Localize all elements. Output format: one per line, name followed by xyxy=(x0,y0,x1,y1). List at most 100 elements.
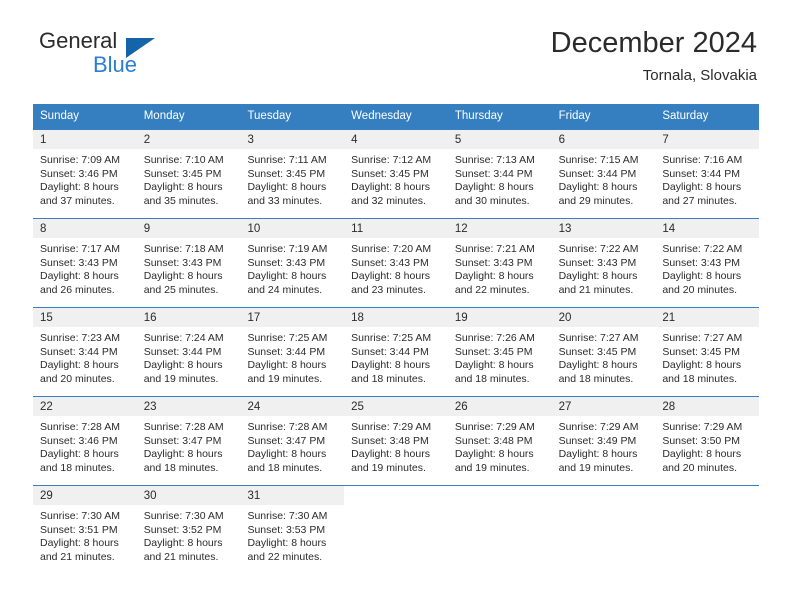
calendar-day-cell[interactable]: 19 Sunrise: 7:26 AM Sunset: 3:45 PM Dayligh… xyxy=(447,308,552,396)
calendar-day-cell[interactable]: 7 Sunrise: 7:16 AM Sunset: 3:44 PM Daylight… xyxy=(655,130,760,218)
sunset-text: Sunset: 3:53 PM xyxy=(247,523,326,536)
sunset-text: Sunset: 3:46 PM xyxy=(40,167,118,180)
calendar-day-cell[interactable]: 8 Sunrise: 7:17 AM Sunset: 3:43 PM Daylight… xyxy=(33,219,137,307)
calendar-day-cell[interactable]: 3 Sunrise: 7:11 AM Sunset: 3:45 PM Daylight… xyxy=(240,130,345,218)
calendar-day-cell[interactable]: 27 Sunrise: 7:29 AM Sunset: 3:49 PM Dayligh… xyxy=(551,397,656,485)
sunrise-text: Sunrise: 7:29 AM xyxy=(454,421,535,433)
calendar-day-cell[interactable]: 16 Sunrise: 7:24 AM Sunset: 3:44 PM Dayligh… xyxy=(136,308,241,396)
sunrise-text: Sunrise: 7:30 AM xyxy=(40,510,120,522)
calendar-day-cell[interactable]: 28 Sunrise: 7:29 AM Sunset: 3:50 PM Dayligh… xyxy=(655,397,760,485)
calendar-weeks: 1 Sunrise: 7:09 AM Sunset: 3:46 PM Daylight… xyxy=(33,129,760,574)
calendar-day-cell[interactable]: 11 Sunrise: 7:20 AM Sunset: 3:43 PM Dayligh… xyxy=(344,219,448,307)
calendar-day-cell[interactable]: 25 Sunrise: 7:29 AM Sunset: 3:48 PM Dayligh… xyxy=(344,397,448,485)
daylight-text-line1: Daylight: 8 hours xyxy=(558,359,638,372)
sunset-text: Sunset: 3:47 PM xyxy=(247,434,326,447)
daylight-text-line1: Daylight: 8 hours xyxy=(351,270,430,283)
calendar-day-cell[interactable]: 14 Sunrise: 7:22 AM Sunset: 3:43 PM Dayligh… xyxy=(655,219,760,307)
day-details: Sunrise: 7:26 AM Sunset: 3:45 PM Daylight:… xyxy=(448,327,552,392)
sunrise-text: Sunrise: 7:15 AM xyxy=(558,154,639,166)
day-details xyxy=(344,505,448,516)
day-number xyxy=(344,486,448,505)
daylight-text-line1: Daylight: 8 hours xyxy=(247,270,327,283)
daylight-text-line1: Daylight: 8 hours xyxy=(558,448,638,461)
sunset-text: Sunset: 3:44 PM xyxy=(351,345,429,358)
day-details: Sunrise: 7:28 AM Sunset: 3:46 PM Daylight:… xyxy=(33,416,137,481)
sunrise-text: Sunrise: 7:10 AM xyxy=(143,154,224,166)
day-details: Sunrise: 7:23 AM Sunset: 3:44 PM Daylight:… xyxy=(33,327,137,392)
sunrise-text: Sunrise: 7:23 AM xyxy=(40,332,120,344)
generalblue-logo[interactable]: General Blue xyxy=(35,28,235,80)
daylight-text-line2: and 23 minutes. xyxy=(351,283,426,296)
daylight-text-line2: and 18 minutes. xyxy=(558,372,634,385)
sunset-text: Sunset: 3:43 PM xyxy=(40,256,118,269)
calendar-day-cell-empty xyxy=(655,486,760,574)
daylight-text-line1: Daylight: 8 hours xyxy=(662,181,742,194)
daylight-text-line1: Daylight: 8 hours xyxy=(662,270,742,283)
calendar-day-cell[interactable]: 24 Sunrise: 7:28 AM Sunset: 3:47 PM Dayligh… xyxy=(240,397,345,485)
calendar-day-cell[interactable]: 1 Sunrise: 7:09 AM Sunset: 3:46 PM Daylight… xyxy=(33,130,137,218)
sunrise-text: Sunrise: 7:18 AM xyxy=(143,243,224,255)
daylight-text-line2: and 37 minutes. xyxy=(40,194,115,207)
day-details: Sunrise: 7:22 AM Sunset: 3:43 PM Daylight:… xyxy=(655,238,759,303)
day-details: Sunrise: 7:10 AM Sunset: 3:45 PM Daylight:… xyxy=(137,149,241,214)
page-header: General Blue December 2024 Tornala, Slov… xyxy=(0,0,792,104)
daylight-text-line2: and 30 minutes. xyxy=(454,194,530,207)
day-number: 10 xyxy=(240,219,345,238)
daylight-text-line2: and 25 minutes. xyxy=(143,283,219,296)
day-details: Sunrise: 7:29 AM Sunset: 3:50 PM Daylight:… xyxy=(655,416,759,481)
calendar-day-cell[interactable]: 20 Sunrise: 7:27 AM Sunset: 3:45 PM Dayligh… xyxy=(551,308,656,396)
day-details: Sunrise: 7:28 AM Sunset: 3:47 PM Daylight:… xyxy=(240,416,344,481)
calendar-day-cell[interactable]: 17 Sunrise: 7:25 AM Sunset: 3:44 PM Dayligh… xyxy=(240,308,345,396)
daylight-text-line2: and 22 minutes. xyxy=(247,550,323,563)
sunrise-text: Sunrise: 7:20 AM xyxy=(351,243,432,255)
calendar-day-cell[interactable]: 10 Sunrise: 7:19 AM Sunset: 3:43 PM Dayligh… xyxy=(240,219,345,307)
daylight-text-line1: Daylight: 8 hours xyxy=(40,359,119,372)
calendar-day-cell[interactable]: 31 Sunrise: 7:30 AM Sunset: 3:53 PM Dayligh… xyxy=(240,486,345,574)
weekday-sunday: Sunday xyxy=(40,110,80,122)
sunrise-text: Sunrise: 7:28 AM xyxy=(247,421,328,433)
daylight-text-line2: and 32 minutes. xyxy=(351,194,426,207)
calendar-page: General Blue December 2024 Tornala, Slov… xyxy=(0,0,792,612)
day-number: 4 xyxy=(344,130,448,149)
daylight-text-line1: Daylight: 8 hours xyxy=(143,359,223,372)
day-details: Sunrise: 7:20 AM Sunset: 3:43 PM Daylight:… xyxy=(344,238,448,303)
weekday-header-row: Sunday Monday Tuesday Wednesday Thursday… xyxy=(33,104,759,129)
calendar-day-cell[interactable]: 21 Sunrise: 7:27 AM Sunset: 3:45 PM Dayligh… xyxy=(655,308,760,396)
calendar-day-cell[interactable]: 6 Sunrise: 7:15 AM Sunset: 3:44 PM Daylight… xyxy=(551,130,656,218)
calendar-day-cell[interactable]: 15 Sunrise: 7:23 AM Sunset: 3:44 PM Dayligh… xyxy=(33,308,137,396)
day-details: Sunrise: 7:27 AM Sunset: 3:45 PM Daylight:… xyxy=(552,327,656,392)
logo-text-general: General xyxy=(39,28,118,53)
daylight-text-line1: Daylight: 8 hours xyxy=(40,448,119,461)
calendar-day-cell[interactable]: 12 Sunrise: 7:21 AM Sunset: 3:43 PM Dayligh… xyxy=(447,219,552,307)
calendar-day-cell[interactable]: 9 Sunrise: 7:18 AM Sunset: 3:43 PM Daylight… xyxy=(136,219,241,307)
daylight-text-line1: Daylight: 8 hours xyxy=(247,181,327,194)
calendar-day-cell[interactable]: 30 Sunrise: 7:30 AM Sunset: 3:52 PM Dayligh… xyxy=(136,486,241,574)
calendar-day-cell[interactable]: 18 Sunrise: 7:25 AM Sunset: 3:44 PM Dayligh… xyxy=(344,308,448,396)
sunset-text: Sunset: 3:44 PM xyxy=(662,167,740,180)
daylight-text-line1: Daylight: 8 hours xyxy=(247,359,327,372)
daylight-text-line2: and 19 minutes. xyxy=(351,461,426,474)
sunset-text: Sunset: 3:43 PM xyxy=(351,256,429,269)
weekday-thursday: Thursday xyxy=(454,110,503,122)
daylight-text-line1: Daylight: 8 hours xyxy=(247,537,327,550)
calendar-day-cell[interactable]: 13 Sunrise: 7:22 AM Sunset: 3:43 PM Dayligh… xyxy=(551,219,656,307)
sunrise-text: Sunrise: 7:27 AM xyxy=(662,332,743,344)
day-details: Sunrise: 7:27 AM Sunset: 3:45 PM Daylight:… xyxy=(655,327,759,392)
calendar-day-cell[interactable]: 22 Sunrise: 7:28 AM Sunset: 3:46 PM Dayligh… xyxy=(33,397,137,485)
sunset-text: Sunset: 3:50 PM xyxy=(662,434,740,447)
calendar-day-cell[interactable]: 4 Sunrise: 7:12 AM Sunset: 3:45 PM Daylight… xyxy=(344,130,448,218)
day-number: 11 xyxy=(344,219,448,238)
daylight-text-line1: Daylight: 8 hours xyxy=(247,448,327,461)
calendar-day-cell[interactable]: 5 Sunrise: 7:13 AM Sunset: 3:44 PM Daylight… xyxy=(447,130,552,218)
sunset-text: Sunset: 3:44 PM xyxy=(558,167,637,180)
daylight-text-line1: Daylight: 8 hours xyxy=(454,181,534,194)
calendar-day-cell[interactable]: 23 Sunrise: 7:28 AM Sunset: 3:47 PM Dayligh… xyxy=(136,397,241,485)
day-details: Sunrise: 7:28 AM Sunset: 3:47 PM Daylight:… xyxy=(137,416,241,481)
calendar-day-cell[interactable]: 2 Sunrise: 7:10 AM Sunset: 3:45 PM Daylight… xyxy=(136,130,241,218)
calendar-day-cell[interactable]: 29 Sunrise: 7:30 AM Sunset: 3:51 PM Dayligh… xyxy=(33,486,137,574)
sunrise-text: Sunrise: 7:30 AM xyxy=(143,510,224,522)
sunset-text: Sunset: 3:43 PM xyxy=(662,256,740,269)
day-details: Sunrise: 7:13 AM Sunset: 3:44 PM Daylight:… xyxy=(448,149,552,214)
daylight-text-line1: Daylight: 8 hours xyxy=(454,270,534,283)
calendar-day-cell[interactable]: 26 Sunrise: 7:29 AM Sunset: 3:48 PM Dayligh… xyxy=(447,397,552,485)
